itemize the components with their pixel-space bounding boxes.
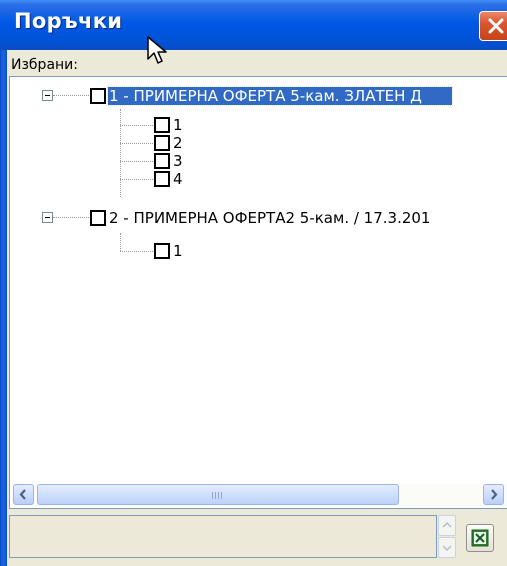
tree-child-item[interactable]: 2	[172, 134, 184, 152]
tree-guide-line	[120, 125, 153, 126]
collapse-toggle[interactable]	[42, 90, 53, 101]
tree-node-order-1[interactable]: 1 - ПРИМЕРНА ОФЕРТА 5-кам. ЗЛАТЕН Д	[107, 86, 453, 106]
child-checkbox[interactable]	[154, 153, 170, 169]
arrow-right-icon	[491, 489, 498, 500]
close-button[interactable]	[479, 11, 507, 41]
tree-node-label: 1 - ПРИМЕРНА ОФЕРТА 5-кам. ЗЛАТЕН Д	[107, 86, 453, 106]
child-checkbox[interactable]	[154, 117, 170, 133]
tree-guide-line	[120, 179, 153, 180]
window-frame-left	[0, 50, 7, 566]
tree-child-label: 1	[173, 242, 183, 260]
child-checkbox[interactable]	[154, 135, 170, 151]
spin-up-button[interactable]	[438, 515, 456, 536]
tree-guide-line	[53, 95, 89, 96]
tree-guide-line	[120, 143, 153, 144]
collapse-toggle[interactable]	[42, 212, 53, 223]
node-checkbox[interactable]	[90, 88, 106, 104]
export-excel-button[interactable]	[466, 524, 494, 552]
tree-guide-line	[120, 233, 121, 251]
mouse-cursor-icon	[147, 36, 167, 64]
orders-window: Поръчки Избрани: 1 - ПРИМЕРНА ОФЕРТА 5-к…	[0, 0, 507, 566]
tree-guide-line	[120, 109, 121, 197]
child-checkbox[interactable]	[154, 171, 170, 187]
window-title: Поръчки	[14, 9, 123, 33]
excel-icon	[471, 529, 489, 547]
status-field	[9, 515, 437, 558]
tree-child-label: 2	[173, 134, 183, 152]
tree-child-label: 1	[173, 116, 183, 134]
tree-child-item[interactable]: 4	[172, 170, 184, 188]
scroll-thumb[interactable]	[37, 484, 399, 505]
order-tree[interactable]: 1 - ПРИМЕРНА ОФЕРТА 5-кам. ЗЛАТЕН Д 1 2 …	[9, 76, 507, 509]
spin-down-button[interactable]	[438, 537, 456, 558]
grip-icon	[212, 492, 226, 499]
spin-buttons[interactable]	[438, 515, 456, 558]
tree-child-item[interactable]: 3	[172, 152, 184, 170]
title-bar[interactable]: Поръчки	[0, 0, 507, 50]
close-icon	[488, 18, 504, 34]
selected-label: Избрани:	[11, 57, 78, 73]
child-checkbox[interactable]	[154, 243, 170, 259]
tree-child-label: 3	[173, 152, 183, 170]
arrow-left-icon	[19, 489, 26, 500]
tree-node-label: 2 - ПРИМЕРНА ОФЕРТА2 5-кам. / 17.3.201	[109, 209, 431, 227]
tree-child-item[interactable]: 1	[172, 242, 184, 260]
tree-node-order-2[interactable]: 2 - ПРИМЕРНА ОФЕРТА2 5-кам. / 17.3.201	[108, 209, 431, 227]
tree-child-item[interactable]: 1	[172, 116, 184, 134]
horizontal-scrollbar[interactable]	[13, 484, 507, 506]
tree-guide-line	[53, 217, 89, 218]
tree-guide-line	[120, 251, 153, 252]
arrow-up-icon	[442, 521, 452, 528]
arrow-down-icon	[442, 545, 452, 552]
tree-child-label: 4	[173, 170, 183, 188]
tree-guide-line	[120, 161, 153, 162]
node-checkbox[interactable]	[90, 210, 106, 226]
scroll-right-button[interactable]	[483, 484, 504, 505]
scroll-left-button[interactable]	[13, 484, 34, 505]
